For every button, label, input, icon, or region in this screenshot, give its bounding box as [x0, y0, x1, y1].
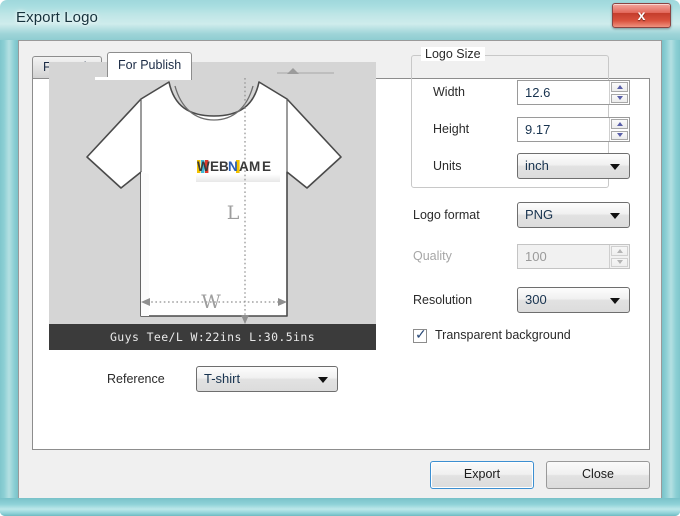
logo-size-legend: Logo Size	[421, 47, 485, 61]
logo-letter: N	[228, 159, 238, 174]
width-spinner[interactable]: 12.6	[517, 80, 630, 105]
quality-increment-button	[611, 246, 628, 256]
window-close-button[interactable]: x	[612, 3, 671, 28]
length-guide-label: L	[227, 202, 240, 224]
tshirt-illustration: W L	[86, 68, 342, 324]
transparent-background-checkbox[interactable]: ✓	[413, 326, 427, 343]
preview-caption: Guys Tee/L W:22ins L:30.5ins	[49, 324, 376, 350]
width-decrement-button[interactable]	[611, 93, 628, 103]
tab-panel-seam	[95, 77, 187, 80]
logo-reflection	[196, 174, 280, 182]
height-decrement-button[interactable]	[611, 130, 628, 140]
chevron-down-icon	[610, 164, 620, 170]
chevron-down-icon	[610, 298, 620, 304]
units-value: inch	[525, 158, 549, 173]
logo-letter: M	[249, 159, 261, 174]
width-input[interactable]: 12.6	[518, 81, 609, 104]
height-spinner-buttons	[609, 118, 629, 141]
reference-value: T-shirt	[204, 371, 241, 386]
quality-label: Quality	[413, 249, 452, 263]
height-input[interactable]: 9.17	[518, 118, 609, 141]
title-bar: Export Logo x	[0, 0, 680, 40]
reference-label: Reference	[107, 372, 165, 386]
logo-letter: E	[210, 159, 220, 174]
quality-spinner: 100	[517, 244, 630, 269]
triangle-up-icon	[616, 84, 623, 89]
window-title: Export Logo	[16, 9, 98, 26]
reference-select[interactable]: T-shirt	[196, 366, 338, 392]
export-button[interactable]: Export	[430, 461, 534, 489]
quality-decrement-button	[611, 257, 628, 267]
close-x-icon: x	[637, 7, 646, 23]
chevron-down-icon	[318, 377, 328, 383]
logo-letter: W	[197, 159, 210, 174]
triangle-down-icon	[616, 133, 623, 138]
triangle-down-icon	[616, 260, 623, 265]
resolution-label: Resolution	[413, 293, 473, 307]
logo-format-value: PNG	[525, 207, 554, 222]
resolution-select[interactable]: 300	[517, 287, 630, 313]
logo-format-label: Logo format	[413, 208, 480, 222]
logo-letter: A	[239, 159, 249, 174]
shirt-preview[interactable]: W L WEBNAME Guys Tee/L W:22ins L:30.5ins	[49, 62, 376, 350]
width-spinner-buttons	[609, 81, 629, 104]
height-increment-button[interactable]	[611, 119, 628, 129]
dialog-client-area: For Web For Publish	[18, 40, 662, 498]
units-label: Units	[433, 159, 462, 173]
quality-input: 100	[525, 249, 547, 264]
height-spinner[interactable]: 9.17	[517, 117, 630, 142]
logo-letter: E	[262, 159, 272, 174]
units-select[interactable]: inch	[517, 153, 630, 179]
width-label: Width	[433, 85, 465, 99]
shirt-logo-artwork: WEBNAME	[196, 159, 280, 182]
triangle-up-icon	[616, 121, 623, 126]
quality-spinner-buttons	[609, 245, 629, 268]
width-guide-label: W	[201, 291, 221, 313]
export-logo-window: Export Logo x For Web For Publish	[0, 0, 680, 516]
triangle-down-icon	[616, 96, 623, 101]
close-button[interactable]: Close	[546, 461, 650, 489]
logo-format-select[interactable]: PNG	[517, 202, 630, 228]
height-label: Height	[433, 122, 470, 136]
transparent-background-label: Transparent background	[435, 328, 571, 342]
width-increment-button[interactable]	[611, 82, 628, 92]
resolution-value: 300	[525, 292, 547, 307]
tab-for-publish[interactable]: For Publish	[107, 52, 193, 80]
chevron-down-icon	[610, 213, 620, 219]
checkmark-icon: ✓	[415, 326, 427, 342]
triangle-up-icon	[616, 248, 623, 253]
